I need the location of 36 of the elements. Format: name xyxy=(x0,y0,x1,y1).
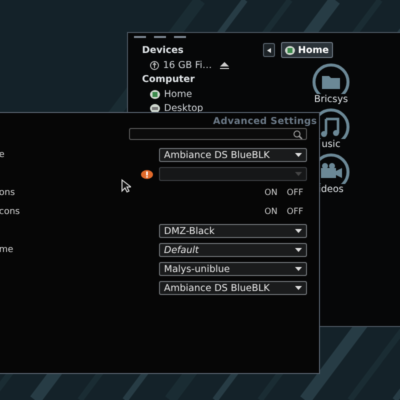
mouse-pointer-icon xyxy=(121,179,131,193)
caret-icon xyxy=(295,286,302,290)
caret-icon xyxy=(295,248,302,252)
dropdown[interactable]: Malys-uniblue xyxy=(159,262,307,276)
search-field[interactable] xyxy=(129,128,307,140)
window-title: Advanced Settings xyxy=(213,116,317,127)
dropdown[interactable]: Ambiance DS BlueBLK xyxy=(159,281,307,295)
eject-icon[interactable] xyxy=(220,62,229,68)
desktop-icon xyxy=(150,104,160,112)
setting-label: me xyxy=(0,245,14,255)
file-label[interactable]: usic xyxy=(322,139,340,150)
sidebar-item[interactable]: 16 GB Fi… xyxy=(142,59,272,71)
file-label[interactable]: Bricsys xyxy=(314,94,348,105)
off-toggle[interactable]: OFF xyxy=(283,207,307,217)
back-arrow-icon xyxy=(267,48,271,52)
sidebar-item[interactable]: Home xyxy=(142,88,272,100)
off-toggle[interactable]: OFF xyxy=(283,188,307,198)
path-button[interactable]: Home xyxy=(281,42,333,58)
home-icon xyxy=(150,90,160,98)
sidebar-header: Computer xyxy=(142,73,195,86)
folder-icon xyxy=(312,63,350,94)
dropdown[interactable]: Default xyxy=(159,243,307,257)
on-toggle[interactable]: ON xyxy=(259,188,283,198)
dropdown[interactable]: Ambiance DS BlueBLK xyxy=(159,148,307,162)
usb-drive-icon xyxy=(150,60,159,70)
caret-icon xyxy=(295,229,302,233)
search-icon xyxy=(293,130,303,138)
dropdown[interactable]: DMZ-Black xyxy=(159,224,307,238)
sidebar-header: Devices xyxy=(142,44,184,57)
caret-icon xyxy=(295,172,302,176)
on-toggle[interactable]: ON xyxy=(259,207,283,217)
back-button[interactable] xyxy=(263,43,275,57)
sidebar-item[interactable]: Desktop xyxy=(142,102,272,114)
caret-icon xyxy=(295,267,302,271)
caret-icon xyxy=(295,153,302,157)
home-icon xyxy=(285,46,295,54)
